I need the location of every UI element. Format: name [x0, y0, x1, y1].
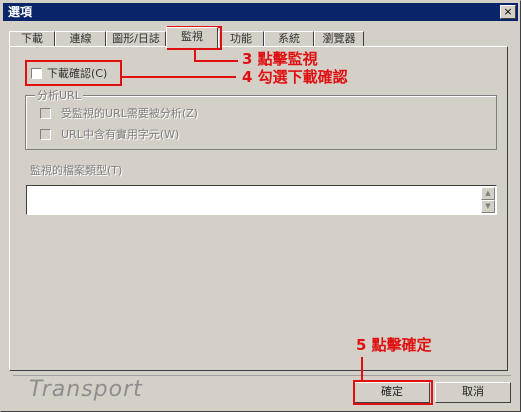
tab-strip: 下載 連線 圖形/日誌 監視 功能 系統 瀏覽器	[9, 27, 509, 48]
window-title: 選項	[8, 5, 33, 19]
tab-monitor[interactable]: 監視	[166, 27, 218, 48]
analyze-url-group	[25, 95, 497, 150]
tab-connection[interactable]: 連線	[55, 31, 106, 47]
highlight-ok-button	[353, 380, 433, 405]
scroll-up-icon[interactable]: ▲	[481, 187, 495, 200]
leader-ok-button	[361, 357, 363, 381]
url-contains-label[interactable]: URL中含有實用字元(W)	[61, 128, 179, 141]
tab-download[interactable]: 下載	[9, 31, 55, 47]
analyze-url-group-title: 分析URL	[35, 89, 83, 102]
monitored-url-label[interactable]: 受監視的URL需要被分析(Z)	[61, 107, 198, 120]
tab-graph-log[interactable]: 圖形/日誌	[106, 31, 166, 47]
cancel-button[interactable]: 取消	[435, 382, 511, 403]
annotation-step3: 3 點擊監視	[242, 50, 318, 68]
brand-logo: Transport	[29, 377, 143, 402]
title-bar[interactable]: 選項 ×	[3, 3, 518, 21]
tab-function[interactable]: 功能	[218, 31, 264, 47]
leader-download-confirm	[122, 76, 236, 78]
highlight-download-confirm	[25, 60, 122, 86]
brand-divider	[13, 375, 511, 376]
scroll-down-icon[interactable]: ▼	[481, 200, 495, 213]
tab-system[interactable]: 系統	[264, 31, 314, 47]
file-types-label: 監視的檔案類型(T)	[30, 164, 123, 177]
close-button[interactable]: ×	[500, 5, 516, 19]
annotation-step4: 4 勾選下載確認	[242, 68, 348, 86]
annotation-step5: 5 點擊確定	[356, 336, 432, 354]
leader-monitor-tab-horizontal	[194, 60, 238, 62]
tab-browser[interactable]: 瀏覽器	[314, 31, 364, 47]
file-types-input[interactable]: ▲ ▼	[26, 185, 497, 215]
monitored-url-checkbox[interactable]	[40, 108, 51, 119]
url-contains-checkbox[interactable]	[40, 129, 51, 140]
options-dialog: 選項 × 下載 連線 圖形/日誌 監視 功能 系統 瀏覽器 下載確認(C) 分析…	[0, 0, 521, 412]
